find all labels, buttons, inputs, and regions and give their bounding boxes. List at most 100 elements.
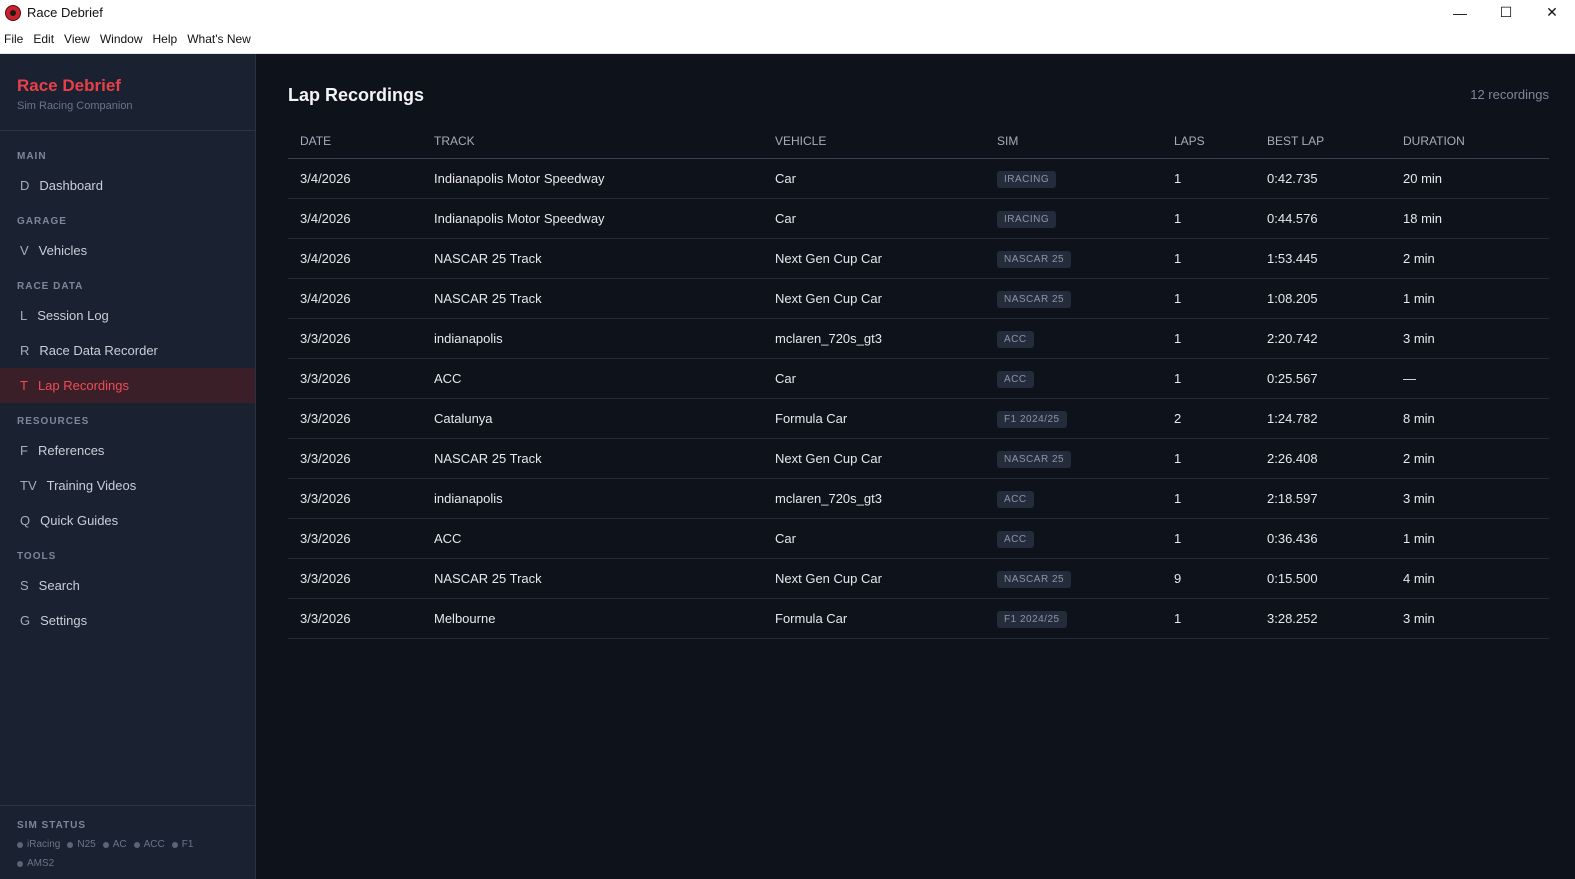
sim-status-name: AMS2 [27,858,55,869]
sim-badge: F1 2024/25 [997,610,1067,628]
cell-sim: IRACING [985,198,1162,239]
cell-track: ACC [422,358,763,399]
cell-laps: 1 [1162,438,1255,479]
table-row[interactable]: 3/3/2026 indianapolis mclaren_720s_gt3 A… [288,318,1549,359]
sim-badge: ACC [997,530,1034,548]
column-header-best-lap[interactable]: BEST LAP [1255,134,1391,159]
menu-whats-new[interactable]: What's New [183,32,257,46]
app-body: Race Debrief Sim Racing Companion MAIN D… [0,54,1575,879]
table-row[interactable]: 3/3/2026 ACC Car ACC 1 0:36.436 1 min [288,518,1549,559]
nav-section-main: MAIN [17,151,47,162]
cell-vehicle: Car [763,198,985,239]
cell-sim: IRACING [985,158,1162,199]
close-button[interactable]: ✕ [1529,0,1575,25]
column-header-track[interactable]: TRACK [422,134,763,159]
sidebar-item-vehicles[interactable]: V Vehicles [0,233,255,268]
sidebar: Race Debrief Sim Racing Companion MAIN D… [0,54,256,879]
cell-laps: 1 [1162,598,1255,639]
minimize-button[interactable]: — [1437,0,1483,25]
sidebar-item-lap-recordings[interactable]: T Lap Recordings [0,368,255,403]
sim-status-label: SIM STATUS [17,820,87,831]
table-row[interactable]: 3/4/2026 NASCAR 25 Track Next Gen Cup Ca… [288,278,1549,319]
page-title: Lap Recordings [288,84,425,105]
table-row[interactable]: 3/3/2026 NASCAR 25 Track Next Gen Cup Ca… [288,438,1549,479]
menu-edit[interactable]: Edit [29,32,60,46]
cell-duration: 3 min [1391,318,1549,359]
main-header: Lap Recordings 12 recordings [288,54,1549,134]
sim-status-name: N25 [77,839,96,850]
cell-date: 3/4/2026 [288,238,422,279]
references-icon: F [20,443,28,458]
sidebar-item-dashboard[interactable]: D Dashboard [0,168,255,203]
search-icon: S [20,578,29,593]
cell-laps: 9 [1162,558,1255,599]
cell-sim: F1 2024/25 [985,598,1162,639]
sim-badge: NASCAR 25 [997,450,1072,468]
table-row[interactable]: 3/4/2026 NASCAR 25 Track Next Gen Cup Ca… [288,238,1549,279]
cell-best-lap: 2:20.742 [1255,318,1391,359]
cell-duration: 18 min [1391,198,1549,239]
column-header-laps[interactable]: LAPS [1162,134,1255,159]
cell-vehicle: Car [763,518,985,559]
sim-badge: IRACING [997,170,1057,188]
cell-best-lap: 3:28.252 [1255,598,1391,639]
cell-best-lap: 2:26.408 [1255,438,1391,479]
cell-track: NASCAR 25 Track [422,278,763,319]
cell-vehicle: mclaren_720s_gt3 [763,318,985,359]
lap-recordings-icon: T [20,378,28,393]
sim-status-iracing: iRacing [17,839,60,850]
menu-window[interactable]: Window [96,32,149,46]
sidebar-item-settings[interactable]: G Settings [0,603,255,638]
table-row[interactable]: 3/3/2026 NASCAR 25 Track Next Gen Cup Ca… [288,558,1549,599]
sidebar-item-label: Vehicles [38,243,88,258]
recordings-count: 12 recordings [1470,86,1549,102]
cell-date: 3/3/2026 [288,558,422,599]
sidebar-item-references[interactable]: F References [0,433,255,468]
menu-view[interactable]: View [60,32,96,46]
table-row[interactable]: 3/3/2026 Catalunya Formula Car F1 2024/2… [288,398,1549,439]
table-row[interactable]: 3/3/2026 Melbourne Formula Car F1 2024/2… [288,598,1549,639]
title-bar: Race Debrief — ☐ ✕ [0,0,1575,25]
table-row[interactable]: 3/4/2026 Indianapolis Motor Speedway Car… [288,198,1549,239]
sidebar-item-training-videos[interactable]: TV Training Videos [0,468,255,503]
cell-sim: NASCAR 25 [985,238,1162,279]
cell-vehicle: mclaren_720s_gt3 [763,478,985,519]
column-header-sim[interactable]: SIM [985,134,1162,159]
cell-date: 3/3/2026 [288,358,422,399]
sidebar-item-race-data-recorder[interactable]: R Race Data Recorder [0,333,255,368]
sim-badge: NASCAR 25 [997,570,1072,588]
maximize-button[interactable]: ☐ [1483,0,1529,25]
menu-bar: File Edit View Window Help What's New [0,25,1575,54]
cell-track: Melbourne [422,598,763,639]
cell-laps: 1 [1162,158,1255,199]
status-dot-icon [17,841,23,848]
cell-duration: — [1391,358,1549,399]
training-videos-icon: TV [20,478,37,493]
cell-date: 3/3/2026 [288,598,422,639]
vehicles-icon: V [20,243,29,258]
table-row[interactable]: 3/3/2026 ACC Car ACC 1 0:25.567 — [288,358,1549,399]
cell-laps: 2 [1162,398,1255,439]
cell-best-lap: 0:25.567 [1255,358,1391,399]
table-row[interactable]: 3/3/2026 indianapolis mclaren_720s_gt3 A… [288,478,1549,519]
table-row[interactable]: 3/4/2026 Indianapolis Motor Speedway Car… [288,158,1549,199]
sidebar-item-session-log[interactable]: L Session Log [0,298,255,333]
cell-track: NASCAR 25 Track [422,238,763,279]
sim-status-name: iRacing [27,839,61,850]
cell-vehicle: Car [763,358,985,399]
column-header-duration[interactable]: DURATION [1391,134,1549,159]
column-header-date[interactable]: DATE [288,134,422,159]
menu-file[interactable]: File [0,32,29,46]
cell-laps: 1 [1162,358,1255,399]
sim-status-ac: AC [102,839,127,850]
cell-sim: ACC [985,318,1162,359]
dashboard-icon: D [20,178,30,193]
sim-badge: ACC [997,490,1034,508]
menu-help[interactable]: Help [149,32,184,46]
cell-vehicle: Car [763,158,985,199]
column-header-vehicle[interactable]: VEHICLE [763,134,985,159]
sidebar-item-label: Quick Guides [40,513,119,528]
sidebar-item-search[interactable]: S Search [0,568,255,603]
sidebar-item-quick-guides[interactable]: Q Quick Guides [0,503,255,538]
window-title: Race Debrief [27,5,103,20]
